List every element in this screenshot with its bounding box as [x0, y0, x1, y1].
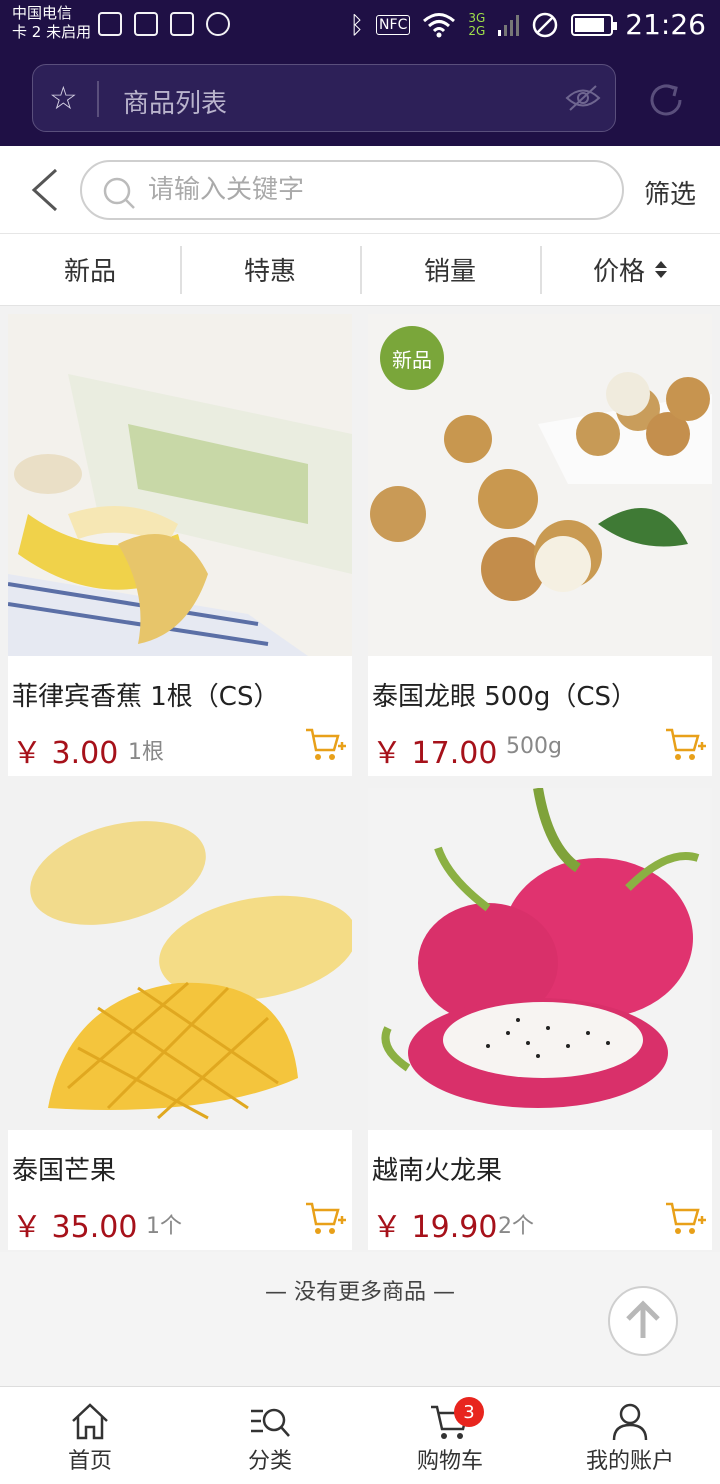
disc-icon — [206, 12, 230, 36]
sort-tab-label: 销量 — [423, 257, 476, 287]
user-icon — [612, 1403, 648, 1441]
image-icon — [98, 12, 122, 36]
tab-label: 首页 — [67, 1449, 112, 1474]
sim-status: 卡 2 未启用 — [12, 23, 92, 41]
tab-category[interactable]: 分类 — [180, 1387, 360, 1484]
search-input[interactable] — [148, 170, 588, 210]
product-image[interactable] — [8, 314, 352, 656]
tab-label: 购物车 — [416, 1449, 483, 1474]
search-box[interactable] — [80, 160, 624, 220]
eye-off-icon[interactable] — [565, 83, 601, 113]
arrow-up-icon — [626, 1300, 660, 1338]
sort-tab-price[interactable]: 价格 — [540, 234, 720, 305]
carrier-name: 中国电信 — [12, 4, 73, 22]
product-card[interactable]: 泰国芒果 ￥ 35.00 1个 — [8, 788, 352, 1250]
status-bar: 中国电信 卡 2 未启用 ᛒ NFC 3G 2G 21:26 — [0, 0, 720, 50]
network-2g: 2G — [468, 23, 486, 38]
divider — [97, 81, 99, 117]
refresh-icon[interactable] — [646, 80, 686, 120]
tab-account[interactable]: 我的账户 — [540, 1387, 720, 1484]
cart-count-badge: 3 — [454, 1397, 484, 1427]
product-price: ￥ 19.90 — [372, 1210, 498, 1245]
product-image[interactable] — [8, 788, 352, 1130]
add-to-cart-icon[interactable] — [664, 726, 706, 762]
back-arrow-icon[interactable] — [28, 166, 62, 214]
system-icons: ᛒ NFC 3G 2G 21:26 — [350, 8, 706, 41]
product-card[interactable]: 越南火龙果 ￥ 19.90 2个 — [368, 788, 712, 1250]
product-image[interactable]: 新品 — [368, 314, 712, 656]
product-unit: 1个 — [146, 1214, 182, 1239]
product-name[interactable]: 泰国芒果 — [12, 1150, 116, 1187]
mango-image — [8, 788, 352, 1130]
carrier-info: 中国电信 卡 2 未启用 — [12, 4, 91, 42]
dragon-fruit-image — [368, 788, 712, 1130]
battery-level — [575, 17, 605, 32]
clock: 21:26 — [625, 8, 706, 41]
product-card[interactable]: 新品 泰国龙眼 500g（CS） ￥ 17.00 500g — [368, 314, 712, 776]
product-name[interactable]: 泰国龙眼 500g（CS） — [372, 676, 637, 713]
tab-label: 分类 — [247, 1449, 292, 1474]
sort-tab-label: 特惠 — [243, 257, 296, 287]
bottom-tab-bar: 首页 分类 购物车 3 我的账户 — [0, 1386, 720, 1484]
back-to-top-button[interactable] — [608, 1286, 678, 1356]
home-icon — [72, 1403, 108, 1440]
browser-toolbar: ☆ 商品列表 — [0, 50, 720, 146]
page-title[interactable]: 商品列表 — [123, 83, 227, 120]
tab-cart[interactable]: 购物车 3 — [360, 1387, 540, 1484]
category-search-icon — [251, 1408, 290, 1437]
product-unit: 2个 — [498, 1214, 534, 1239]
product-price: ￥ 3.00 — [12, 736, 119, 771]
tab-label: 我的账户 — [585, 1449, 674, 1474]
add-to-cart-icon[interactable] — [304, 1200, 346, 1236]
product-price: ￥ 35.00 — [12, 1210, 138, 1245]
product-unit: 1根 — [128, 740, 164, 765]
tab-home[interactable]: 首页 — [0, 1387, 180, 1484]
sort-bar: 新品 特惠 销量 价格 — [0, 234, 720, 306]
product-name[interactable]: 越南火龙果 — [372, 1150, 502, 1187]
clean-icon — [134, 12, 158, 36]
new-badge: 新品 — [380, 326, 444, 390]
network-type: 3G 2G — [468, 10, 486, 38]
sort-arrows-icon — [655, 261, 667, 278]
shield-icon — [170, 12, 194, 36]
no-sim-icon — [533, 12, 558, 37]
sort-tab-label: 价格 — [592, 257, 645, 287]
network-3g: 3G — [468, 10, 486, 25]
product-price: ￥ 17.00 — [372, 736, 498, 771]
search-row: 筛选 — [0, 146, 720, 234]
product-card[interactable]: 菲律宾香蕉 1根（CS） ￥ 3.00 1根 — [8, 314, 352, 776]
address-bar[interactable]: ☆ 商品列表 — [32, 64, 616, 132]
sort-tab-sales[interactable]: 销量 — [360, 234, 540, 305]
sort-tab-new[interactable]: 新品 — [0, 234, 180, 305]
bluetooth-icon: ᛒ — [349, 10, 365, 39]
sort-tab-label: 新品 — [63, 257, 116, 287]
product-image[interactable] — [368, 788, 712, 1130]
product-unit: 500g — [506, 734, 562, 759]
sort-tab-discount[interactable]: 特惠 — [180, 234, 360, 305]
banana-image — [8, 314, 352, 656]
search-icon — [103, 177, 135, 209]
wifi-icon — [423, 12, 456, 37]
product-grid: 菲律宾香蕉 1根（CS） ￥ 3.00 1根 新品 泰国龙眼 500g（CS） … — [0, 306, 720, 1252]
add-to-cart-icon[interactable] — [304, 726, 346, 762]
add-to-cart-icon[interactable] — [664, 1200, 706, 1236]
notification-icons — [98, 12, 230, 36]
nfc-icon: NFC — [376, 14, 411, 35]
product-name[interactable]: 菲律宾香蕉 1根（CS） — [12, 676, 279, 713]
signal-icon — [498, 14, 520, 36]
battery-icon — [571, 13, 618, 36]
filter-button[interactable]: 筛选 — [644, 174, 696, 211]
bookmark-star-icon[interactable]: ☆ — [49, 81, 78, 115]
